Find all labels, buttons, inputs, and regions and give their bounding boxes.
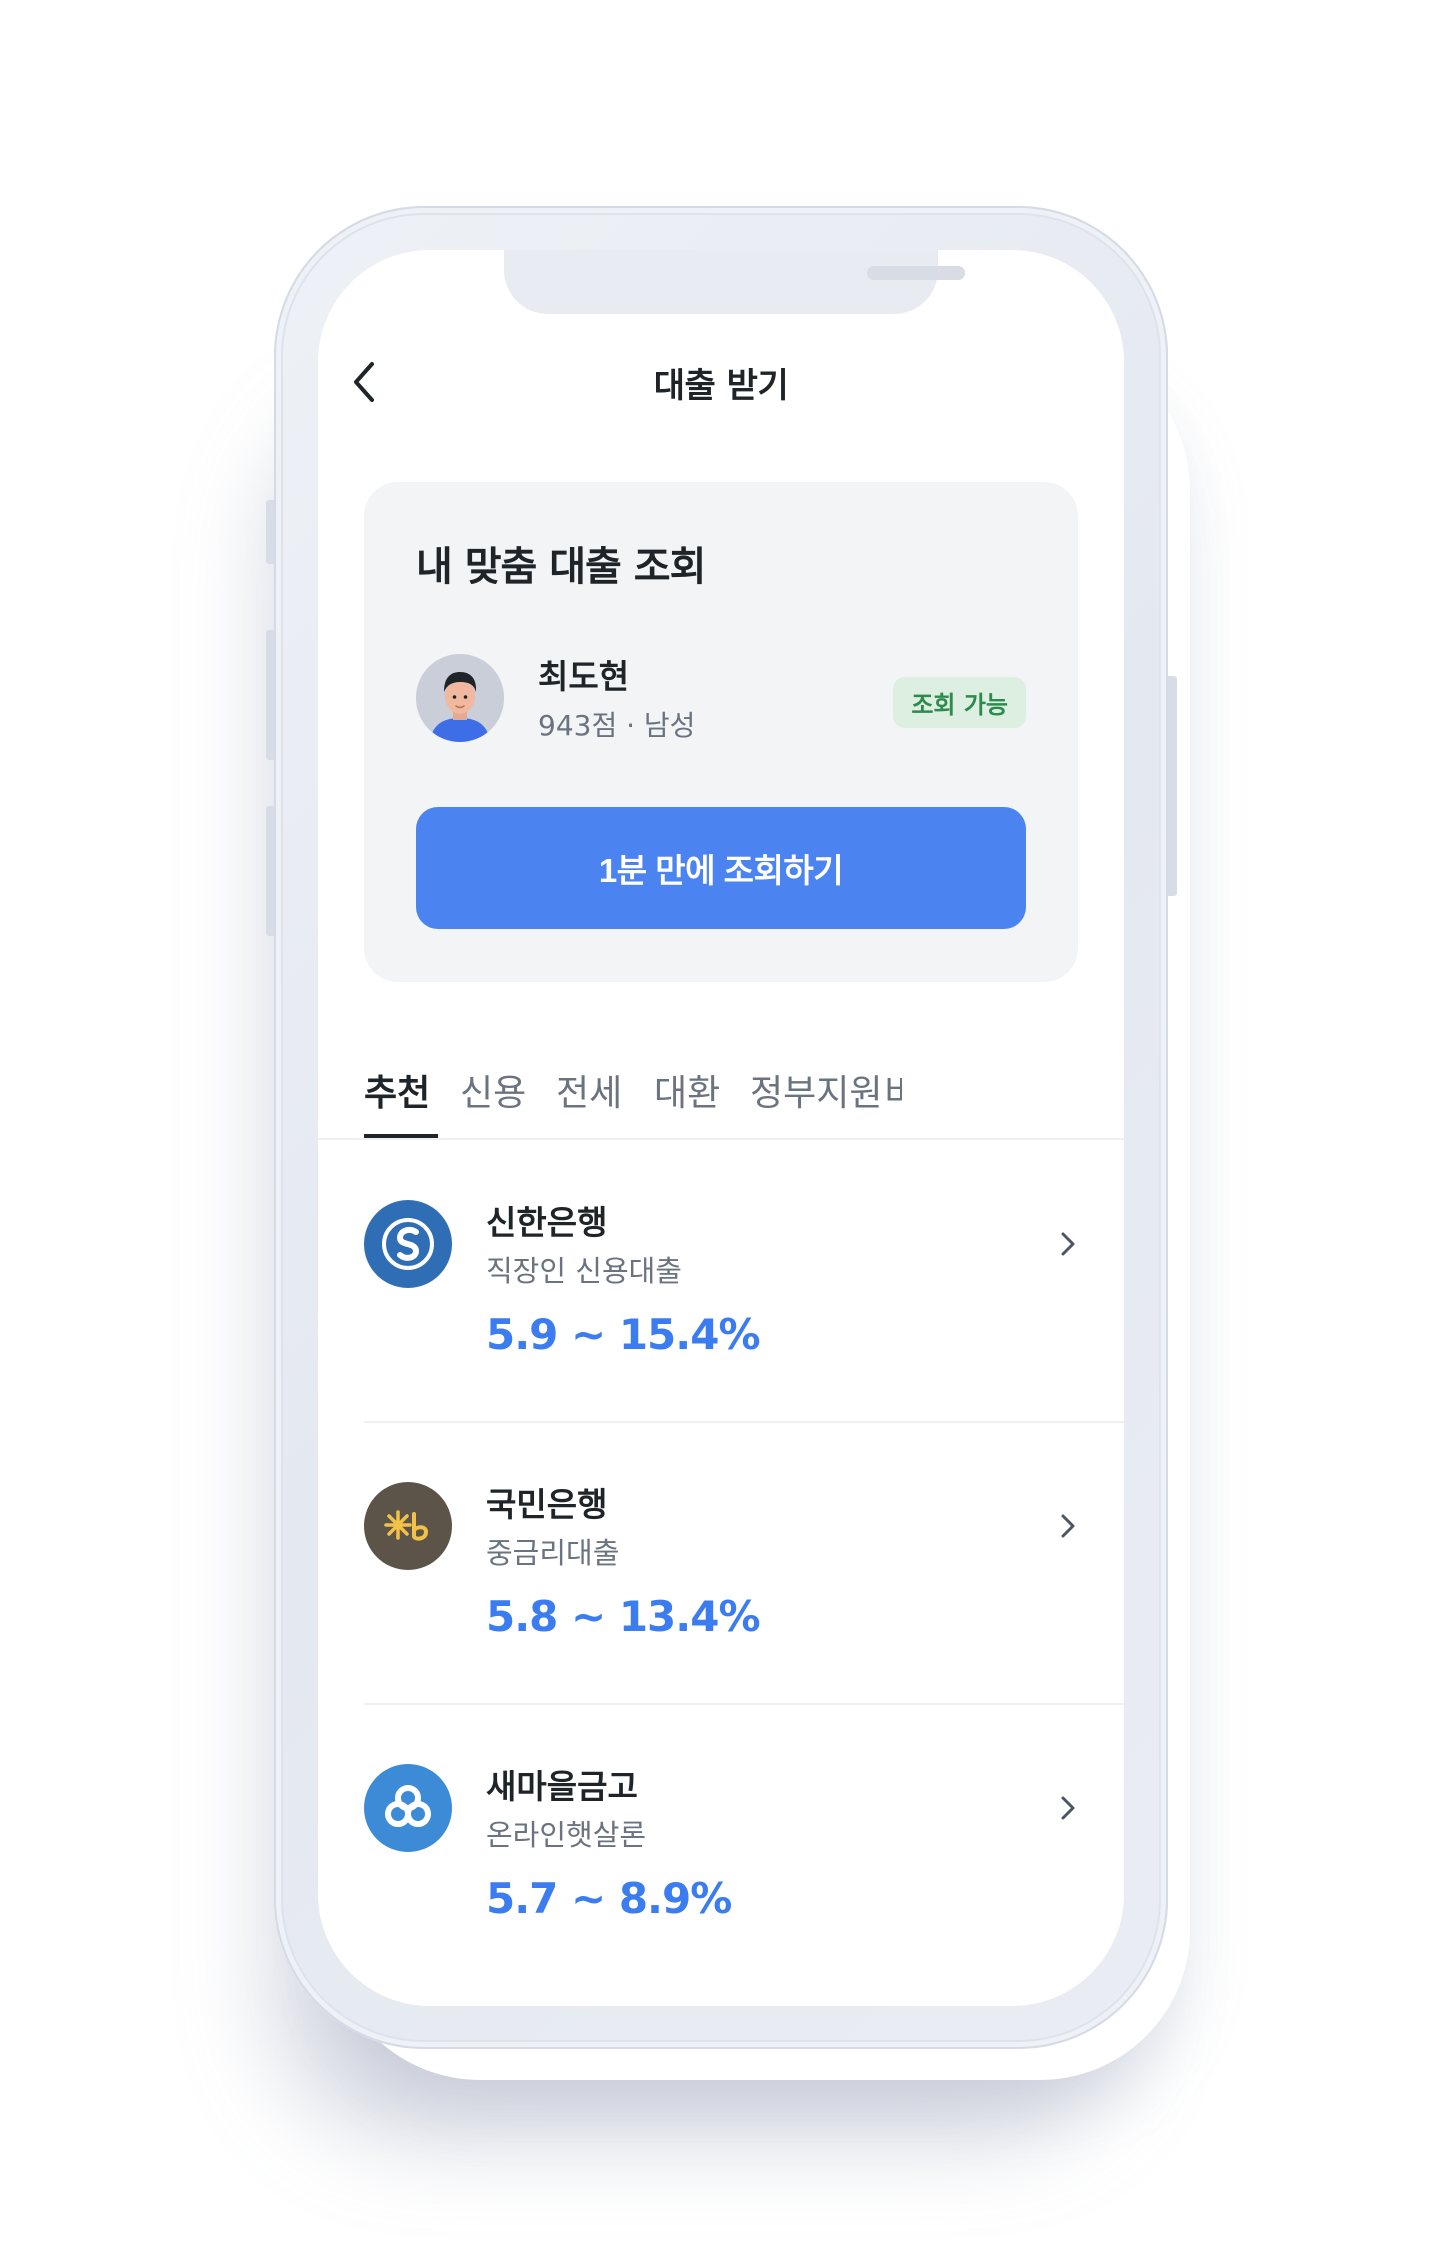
interest-rate: 5.8 ~ 13.4% bbox=[486, 1592, 761, 1641]
user-meta: 943점 · 남성 bbox=[538, 709, 696, 742]
chevron-right-icon bbox=[1061, 1514, 1075, 1538]
speaker-grille bbox=[867, 266, 965, 280]
list-item[interactable]: 신한은행 직장인 신용대출 5.9 ~ 15.4% bbox=[364, 1140, 1124, 1422]
status-badge: 조회 가능 bbox=[893, 677, 1026, 728]
product-name: 중금리대출 bbox=[486, 1536, 620, 1570]
bank-logo bbox=[364, 1482, 452, 1570]
phone-notch bbox=[504, 250, 965, 314]
interest-rate: 5.7 ~ 8.9% bbox=[486, 1874, 732, 1923]
user-name: 최도현 bbox=[538, 657, 630, 696]
interest-rate: 5.9 ~ 15.4% bbox=[486, 1310, 761, 1359]
product-name: 직장인 신용대출 bbox=[486, 1254, 682, 1288]
tab-recommended[interactable]: 추천 bbox=[364, 1064, 430, 1116]
bank-name: 새마을금고 bbox=[486, 1767, 638, 1806]
bank-logo bbox=[364, 1200, 452, 1288]
list-item[interactable]: 새마을금고 온라인햇살론 5.7 ~ 8.9% bbox=[364, 1704, 1124, 1986]
tab-jeonse[interactable]: 전세 bbox=[556, 1064, 622, 1116]
chevron-right-icon bbox=[1061, 1232, 1075, 1256]
kb-logo-icon bbox=[384, 1510, 429, 1541]
list-item[interactable]: 국민은행 중금리대출 5.8 ~ 13.4% bbox=[364, 1422, 1124, 1704]
avatar bbox=[416, 654, 504, 742]
bank-name: 국민은행 bbox=[486, 1485, 608, 1524]
chevron-right-icon bbox=[1061, 1796, 1075, 1820]
bank-logo bbox=[364, 1764, 452, 1852]
shinhan-logo-icon bbox=[382, 1218, 434, 1270]
loan-lookup-card: 내 맞춤 대출 조회 최도현 943점 · 남성 조회 가능 1분 만에 조회하… bbox=[364, 482, 1078, 982]
product-name: 온라인햇살론 bbox=[486, 1818, 647, 1852]
lookup-button[interactable]: 1분 만에 조회하기 bbox=[416, 807, 1026, 929]
tab-government[interactable]: 정부지원 bbox=[750, 1064, 882, 1116]
tab-refinance[interactable]: 대환 bbox=[654, 1064, 720, 1116]
active-tab-indicator bbox=[364, 1134, 438, 1138]
tab-credit[interactable]: 신용 bbox=[460, 1064, 526, 1116]
user-avatar-icon bbox=[416, 654, 504, 742]
power-button bbox=[1168, 676, 1177, 896]
phone-screen: 대출 받기 내 맞춤 대출 조회 최도현 943점 · 남성 조회 가능 1분 … bbox=[318, 250, 1124, 2006]
card-title: 내 맞춤 대출 조회 bbox=[416, 544, 706, 590]
category-tabs: 추천 신용 전세 대환 정부지원 비 bbox=[318, 1050, 1124, 1140]
page-title: 대출 받기 bbox=[653, 366, 789, 406]
page-background: 대출 받기 내 맞춤 대출 조회 최도현 943점 · 남성 조회 가능 1분 … bbox=[0, 0, 1442, 2250]
mg-logo-icon bbox=[385, 1785, 431, 1827]
tab-more[interactable]: 비 bbox=[884, 1064, 902, 1116]
bank-name: 신한은행 bbox=[486, 1203, 608, 1242]
